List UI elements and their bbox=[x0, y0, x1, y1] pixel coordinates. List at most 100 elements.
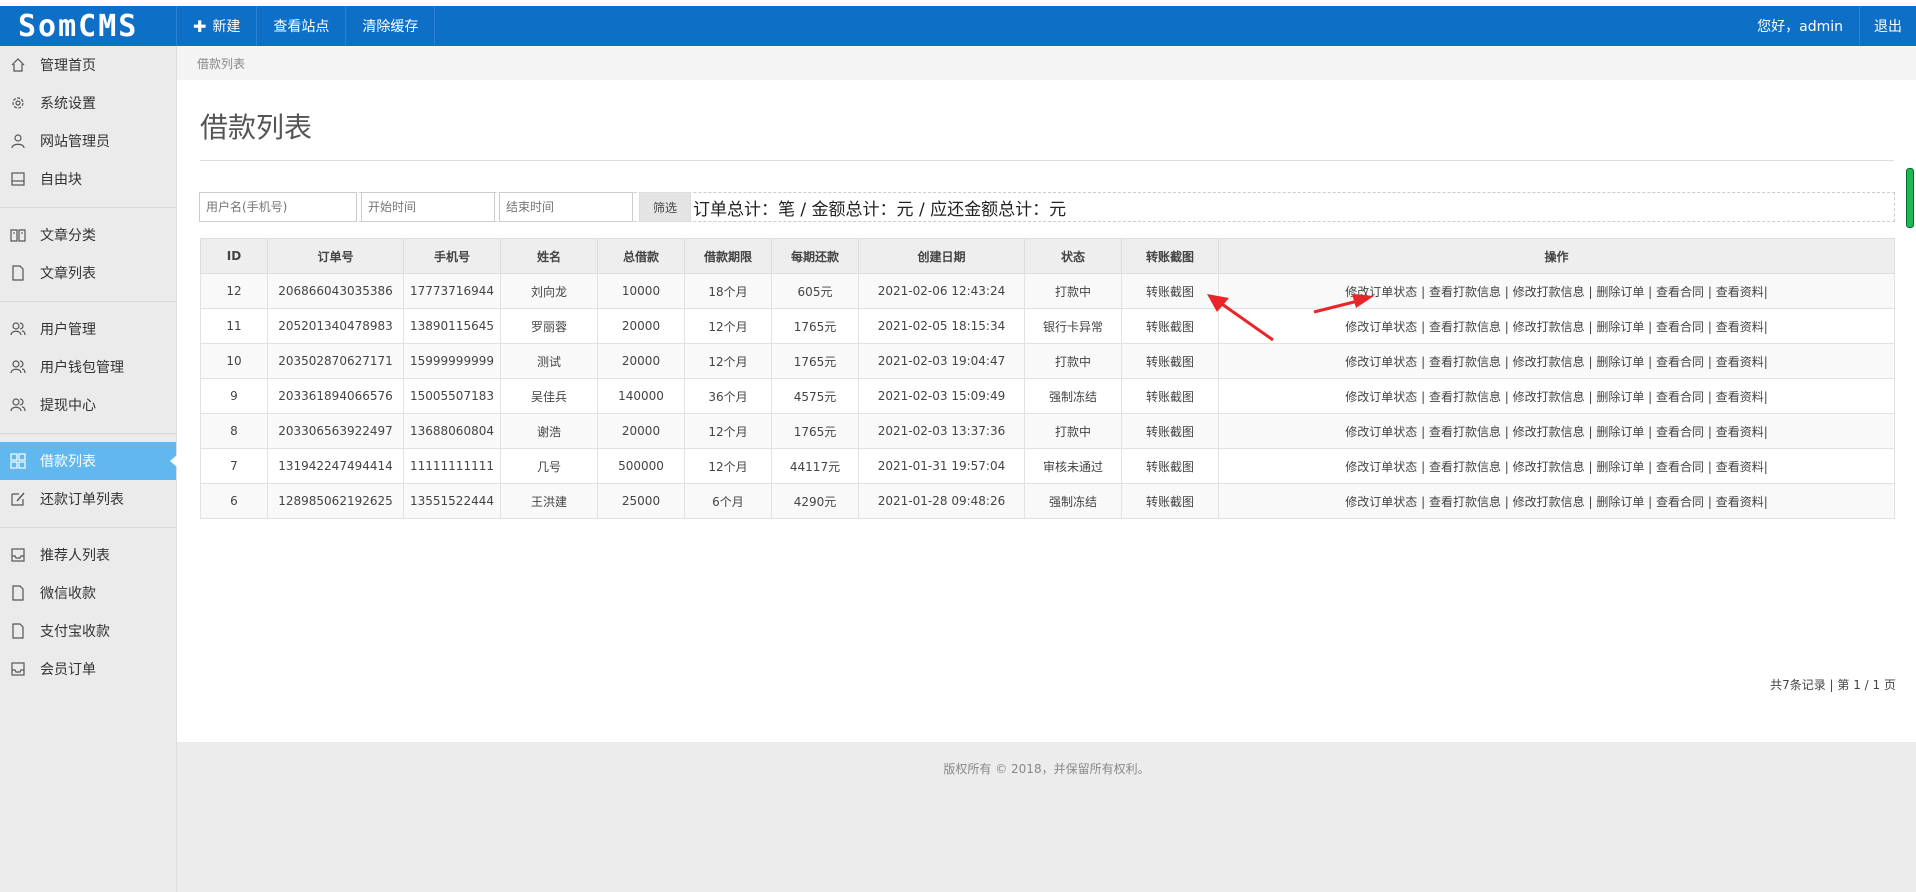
operation-link[interactable]: 删除订单 bbox=[1596, 460, 1644, 474]
operation-link[interactable]: 删除订单 bbox=[1596, 355, 1644, 369]
operation-separator: | bbox=[1500, 494, 1513, 509]
scroll-indicator[interactable] bbox=[1906, 168, 1914, 228]
sidebar-item[interactable]: 网站管理员 bbox=[0, 122, 176, 160]
operation-link[interactable]: 修改打款信息 bbox=[1513, 355, 1585, 369]
operation-link[interactable]: 删除订单 bbox=[1596, 390, 1644, 404]
table-cell: 2021-02-03 15:09:49 bbox=[858, 378, 1025, 414]
screenshot-link[interactable]: 转账截图 bbox=[1121, 413, 1219, 449]
operation-link[interactable]: 删除订单 bbox=[1596, 425, 1644, 439]
sidebar-item[interactable]: 系统设置 bbox=[0, 84, 176, 122]
operation-link[interactable]: 查看打款信息 bbox=[1429, 390, 1501, 404]
operation-link[interactable]: 修改打款信息 bbox=[1513, 460, 1585, 474]
new-button[interactable]: ✚ 新建 bbox=[177, 6, 258, 46]
users-icon bbox=[10, 397, 26, 413]
operation-link[interactable]: 查看打款信息 bbox=[1429, 495, 1501, 509]
sidebar-item[interactable]: 借款列表 bbox=[0, 442, 177, 480]
operation-link[interactable]: 查看资料 bbox=[1716, 495, 1764, 509]
sidebar-divider bbox=[0, 198, 176, 208]
operation-link[interactable]: 修改打款信息 bbox=[1513, 425, 1585, 439]
operation-link[interactable]: 查看打款信息 bbox=[1429, 460, 1501, 474]
table-cell: 8 bbox=[200, 413, 268, 449]
sidebar-item[interactable]: 管理首页 bbox=[0, 46, 176, 84]
operation-link[interactable]: 查看资料 bbox=[1716, 285, 1764, 299]
operation-separator: | bbox=[1704, 389, 1716, 404]
table-cell: 17773716944 bbox=[403, 273, 501, 309]
operation-link[interactable]: 查看资料 bbox=[1716, 355, 1764, 369]
screenshot-link[interactable]: 转账截图 bbox=[1121, 483, 1219, 519]
operation-link[interactable]: 查看打款信息 bbox=[1429, 425, 1501, 439]
operations-cell: 修改订单状态 | 查看打款信息 | 修改打款信息 | 删除订单 | 查看合同 |… bbox=[1218, 378, 1895, 414]
operation-link[interactable]: 修改打款信息 bbox=[1513, 285, 1585, 299]
table-cell: 205201340478983 bbox=[267, 308, 404, 344]
operation-link[interactable]: 查看资料 bbox=[1716, 425, 1764, 439]
operation-separator: | bbox=[1704, 494, 1716, 509]
sidebar-item[interactable]: 文章分类 bbox=[0, 216, 176, 254]
operation-link[interactable]: 查看资料 bbox=[1716, 460, 1764, 474]
screenshot-link[interactable]: 转账截图 bbox=[1121, 448, 1219, 484]
operation-link[interactable]: 查看打款信息 bbox=[1429, 355, 1501, 369]
operation-link[interactable]: 查看合同 bbox=[1656, 355, 1704, 369]
screenshot-link[interactable]: 转账截图 bbox=[1121, 378, 1219, 414]
operation-separator: | bbox=[1500, 284, 1513, 299]
operation-link[interactable]: 修改订单状态 bbox=[1345, 390, 1417, 404]
screenshot-link[interactable]: 转账截图 bbox=[1121, 308, 1219, 344]
operation-link[interactable]: 查看合同 bbox=[1656, 460, 1704, 474]
username-input[interactable] bbox=[199, 192, 357, 222]
operation-link[interactable]: 修改订单状态 bbox=[1345, 495, 1417, 509]
operation-separator: | bbox=[1417, 389, 1429, 404]
sidebar-item[interactable]: 微信收款 bbox=[0, 574, 176, 612]
operation-link[interactable]: 修改订单状态 bbox=[1345, 355, 1417, 369]
operation-link[interactable]: 查看合同 bbox=[1656, 285, 1704, 299]
sidebar-divider bbox=[0, 292, 176, 302]
sidebar-item-label: 管理首页 bbox=[40, 58, 96, 74]
column-header: 借款期限 bbox=[684, 238, 772, 274]
table-row: 8 203306563922497 13688060804 谢浩 20000 12个月 17… bbox=[200, 413, 1895, 449]
page-title: 借款列表 bbox=[200, 111, 313, 144]
logo[interactable]: SomCMS bbox=[0, 6, 177, 46]
screenshot-link[interactable]: 转账截图 bbox=[1121, 273, 1219, 309]
table-cell: 2021-01-28 09:48:26 bbox=[858, 483, 1025, 519]
operation-link[interactable]: 查看合同 bbox=[1656, 495, 1704, 509]
operation-separator: | bbox=[1500, 354, 1513, 369]
screenshot-link[interactable]: 转账截图 bbox=[1121, 343, 1219, 379]
sidebar-item[interactable]: 用户钱包管理 bbox=[0, 348, 176, 386]
annotation-arrow-icon bbox=[1207, 294, 1274, 342]
operation-link[interactable]: 删除订单 bbox=[1596, 495, 1644, 509]
operation-link[interactable]: 删除订单 bbox=[1596, 285, 1644, 299]
operation-link[interactable]: 查看资料 bbox=[1716, 320, 1764, 334]
view-site-button[interactable]: 查看站点 bbox=[257, 6, 347, 46]
operation-link[interactable]: 修改打款信息 bbox=[1513, 495, 1585, 509]
operation-link[interactable]: 修改打款信息 bbox=[1513, 320, 1585, 334]
operation-link[interactable]: 查看合同 bbox=[1656, 425, 1704, 439]
table-cell: 12个月 bbox=[684, 448, 772, 484]
operation-link[interactable]: 修改订单状态 bbox=[1345, 425, 1417, 439]
sidebar-item[interactable]: 支付宝收款 bbox=[0, 612, 176, 650]
operation-link[interactable]: 修改订单状态 bbox=[1345, 460, 1417, 474]
operation-link[interactable]: 查看打款信息 bbox=[1429, 320, 1501, 334]
operation-link[interactable]: 删除订单 bbox=[1596, 320, 1644, 334]
table-cell: 13551522444 bbox=[403, 483, 501, 519]
file-icon bbox=[10, 585, 26, 601]
sidebar-item[interactable]: 用户管理 bbox=[0, 310, 176, 348]
sidebar-item[interactable]: 推荐人列表 bbox=[0, 536, 176, 574]
file-icon bbox=[10, 623, 26, 639]
operation-link[interactable]: 查看合同 bbox=[1656, 390, 1704, 404]
grid-icon bbox=[10, 453, 26, 469]
operation-separator: | bbox=[1763, 284, 1768, 299]
sidebar-item[interactable]: 自由块 bbox=[0, 160, 176, 198]
logout-button[interactable]: 退出 bbox=[1860, 6, 1916, 46]
operation-link[interactable]: 修改打款信息 bbox=[1513, 390, 1585, 404]
start-time-input[interactable] bbox=[361, 192, 495, 222]
table-cell: 2021-02-03 19:04:47 bbox=[858, 343, 1025, 379]
operation-link[interactable]: 查看资料 bbox=[1716, 390, 1764, 404]
operation-link[interactable]: 查看打款信息 bbox=[1429, 285, 1501, 299]
sidebar-item[interactable]: 文章列表 bbox=[0, 254, 176, 292]
operation-link[interactable]: 查看合同 bbox=[1656, 320, 1704, 334]
end-time-input[interactable] bbox=[499, 192, 633, 222]
operation-link[interactable]: 修改订单状态 bbox=[1345, 320, 1417, 334]
filter-button[interactable]: 筛选 bbox=[639, 192, 691, 222]
sidebar-item[interactable]: 提现中心 bbox=[0, 386, 176, 424]
sidebar-item[interactable]: 会员订单 bbox=[0, 650, 176, 688]
clear-cache-button[interactable]: 清除缓存 bbox=[346, 6, 436, 46]
sidebar-item[interactable]: 还款订单列表 bbox=[0, 480, 176, 518]
